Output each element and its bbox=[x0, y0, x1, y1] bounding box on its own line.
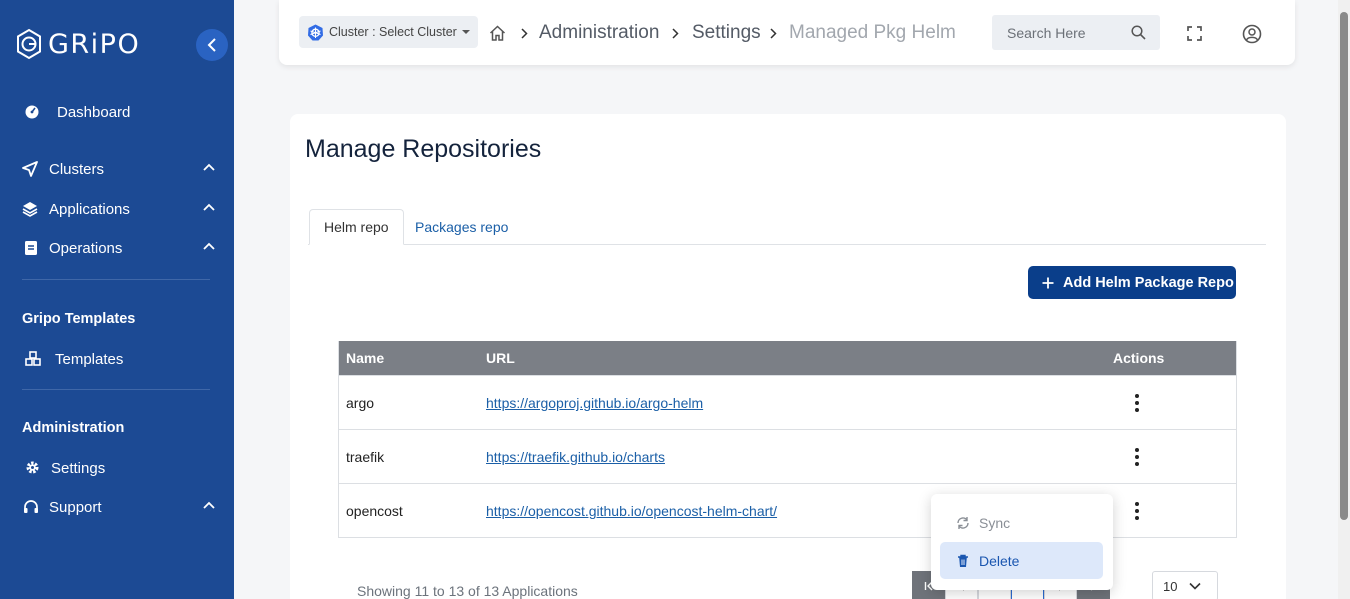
sidebar-section-gripo-templates: Gripo Templates bbox=[22, 311, 136, 327]
chevron-left-icon bbox=[207, 38, 216, 52]
sidebar-item-support[interactable]: Support bbox=[0, 491, 234, 523]
chevron-up-icon bbox=[203, 163, 215, 171]
add-helm-package-repo-button[interactable]: Add Helm Package Repo bbox=[1028, 266, 1236, 299]
sidebar-item-label: Clusters bbox=[49, 160, 105, 178]
menu-item-label: Delete bbox=[979, 552, 1020, 569]
sidebar-item-label: Settings bbox=[51, 459, 106, 477]
tab-bar: Helm repo Packages repo bbox=[308, 209, 1266, 245]
trash-icon bbox=[958, 554, 968, 567]
repo-name: argo bbox=[346, 395, 375, 411]
tab-helm-repo[interactable]: Helm repo bbox=[309, 209, 404, 245]
main-card: Manage Repositories Helm repo Packages r… bbox=[290, 114, 1286, 599]
scrollbar-thumb[interactable] bbox=[1340, 12, 1348, 520]
sidebar-item-label: Dashboard bbox=[57, 103, 131, 121]
page-scrollbar[interactable] bbox=[1338, 0, 1350, 599]
sidebar-item-applications[interactable]: Applications bbox=[0, 193, 234, 225]
cluster-select-value: Cluster : Select Cluster bbox=[329, 25, 457, 39]
sync-icon bbox=[957, 516, 969, 529]
sidebar-section-administration: Administration bbox=[22, 420, 125, 436]
chevron-up-icon bbox=[203, 203, 215, 211]
gripo-logo[interactable]: GRiPO bbox=[14, 28, 140, 60]
sidebar-item-settings[interactable]: Settings bbox=[0, 452, 234, 484]
cubes-icon bbox=[25, 351, 41, 366]
sidebar-collapse-button[interactable] bbox=[196, 29, 228, 61]
kebab-menu-icon[interactable] bbox=[1132, 446, 1142, 468]
breadcrumb-settings[interactable]: Settings bbox=[692, 22, 761, 44]
headset-icon bbox=[24, 500, 38, 513]
gear-icon bbox=[26, 461, 39, 474]
sidebar-item-label: Applications bbox=[49, 200, 130, 218]
menu-item-delete[interactable]: Delete bbox=[940, 542, 1103, 579]
sidebar-item-dashboard[interactable]: Dashboard bbox=[0, 96, 234, 128]
sidebar: GRiPO Dashboard Clusters Applications Op… bbox=[0, 0, 234, 599]
layers-icon bbox=[22, 202, 38, 217]
repo-name: opencost bbox=[346, 503, 403, 519]
column-header-actions: Actions bbox=[1113, 350, 1165, 366]
table-row: traefik https://traefik.github.io/charts bbox=[339, 429, 1236, 483]
kebab-menu-icon[interactable] bbox=[1132, 500, 1142, 522]
table-row: argo https://argoproj.github.io/argo-hel… bbox=[339, 375, 1236, 429]
home-icon[interactable] bbox=[489, 25, 506, 41]
caret-down-icon bbox=[461, 30, 470, 34]
fullscreen-icon[interactable] bbox=[1187, 26, 1202, 41]
sidebar-divider bbox=[22, 389, 210, 390]
breadcrumb-administration[interactable]: Administration bbox=[539, 22, 659, 44]
user-account-icon[interactable] bbox=[1242, 24, 1262, 44]
repo-url-link[interactable]: https://argoproj.github.io/argo-helm bbox=[486, 395, 703, 411]
top-header: Cluster : Select Cluster Administration … bbox=[279, 0, 1295, 65]
breadcrumb-current: Managed Pkg Helm bbox=[789, 22, 956, 43]
row-actions-menu: Sync Delete bbox=[931, 494, 1113, 590]
gripo-logo-icon bbox=[17, 28, 41, 60]
search-box bbox=[992, 15, 1160, 50]
repo-name: traefik bbox=[346, 449, 385, 465]
sidebar-item-templates[interactable]: Templates bbox=[0, 343, 234, 375]
sidebar-item-label: Support bbox=[49, 498, 102, 516]
page-title: Manage Repositories bbox=[305, 135, 542, 163]
chevron-up-icon bbox=[203, 242, 215, 250]
menu-item-sync[interactable]: Sync bbox=[940, 504, 1103, 541]
repo-url-link[interactable]: https://opencost.github.io/opencost-helm… bbox=[486, 503, 777, 519]
plus-icon bbox=[1042, 277, 1054, 288]
search-input[interactable] bbox=[992, 15, 1127, 50]
chevron-right-icon bbox=[521, 28, 528, 39]
tab-packages-repo[interactable]: Packages repo bbox=[401, 209, 522, 245]
column-header-url: URL bbox=[486, 350, 515, 366]
column-header-name: Name bbox=[346, 350, 385, 366]
pagination-summary: Showing 11 to 13 of 13 Applications bbox=[357, 583, 578, 599]
repo-url-link[interactable]: https://traefik.github.io/charts bbox=[486, 449, 665, 465]
sidebar-item-operations[interactable]: Operations bbox=[0, 232, 234, 264]
document-icon bbox=[25, 241, 37, 255]
send-icon bbox=[22, 161, 38, 177]
menu-item-label: Sync bbox=[979, 514, 1011, 531]
sidebar-item-label: Operations bbox=[49, 239, 123, 257]
sidebar-divider bbox=[22, 279, 210, 280]
sidebar-item-label: Templates bbox=[55, 350, 124, 368]
chevron-up-icon bbox=[203, 501, 215, 509]
logo-text: GRiPO bbox=[48, 28, 141, 60]
chevron-right-icon bbox=[770, 28, 777, 39]
page-size-select[interactable]: 10 bbox=[1152, 571, 1218, 599]
page-size-value: 10 bbox=[1163, 578, 1178, 594]
cluster-select[interactable]: Cluster : Select Cluster bbox=[299, 16, 478, 48]
chevron-down-icon bbox=[1189, 582, 1202, 590]
kebab-menu-icon[interactable] bbox=[1132, 392, 1142, 414]
table-header: Name URL Actions bbox=[339, 341, 1236, 375]
sidebar-item-clusters[interactable]: Clusters bbox=[0, 153, 234, 185]
search-icon[interactable] bbox=[1131, 25, 1146, 40]
chevron-right-icon bbox=[672, 28, 679, 39]
dashboard-icon bbox=[25, 105, 39, 119]
add-button-label: Add Helm Package Repo bbox=[1063, 274, 1234, 291]
kubernetes-icon bbox=[308, 24, 323, 40]
